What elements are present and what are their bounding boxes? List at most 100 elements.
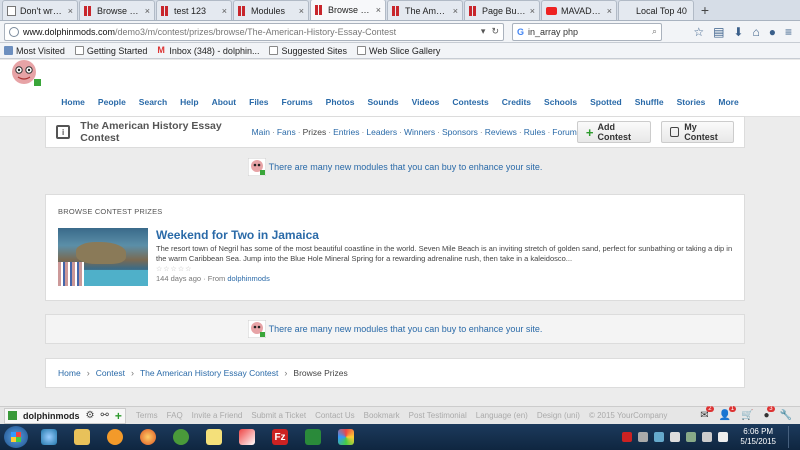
- menu-item-stories[interactable]: Stories: [677, 97, 706, 107]
- browser-tab[interactable]: The America...×: [387, 0, 463, 20]
- menu-item-more[interactable]: More: [718, 97, 738, 107]
- dropdown-icon[interactable]: ▾: [481, 26, 486, 37]
- contest-sublink-winners[interactable]: Winners: [404, 127, 435, 137]
- contest-sublink-rules[interactable]: Rules: [524, 127, 546, 137]
- browser-tab[interactable]: test 123 ×: [156, 0, 232, 20]
- contest-sublink-forum[interactable]: Forum: [552, 127, 577, 137]
- close-tab-icon[interactable]: ×: [299, 6, 304, 16]
- menu-item-forums[interactable]: Forums: [282, 97, 313, 107]
- close-tab-icon[interactable]: ×: [607, 6, 612, 16]
- menu-item-contests[interactable]: Contests: [452, 97, 488, 107]
- close-tab-icon[interactable]: ×: [68, 6, 73, 16]
- browser-tab[interactable]: MAVADO - I...×: [541, 0, 617, 20]
- bookmark-suggested-sites[interactable]: Suggested Sites: [269, 46, 347, 56]
- menu-item-spotted[interactable]: Spotted: [590, 97, 622, 107]
- site-logo-avatar-icon[interactable]: [4, 60, 44, 87]
- footer-link[interactable]: Post Testimonial: [409, 411, 467, 420]
- cart-icon[interactable]: 🛒: [741, 410, 753, 421]
- magnifier-icon[interactable]: ⌕: [652, 26, 657, 37]
- taskbar-frog-app[interactable]: [166, 426, 196, 448]
- menu-item-schools[interactable]: Schools: [544, 97, 577, 107]
- taskbar-eraser[interactable]: [232, 426, 262, 448]
- breadcrumb-home[interactable]: Home: [58, 368, 81, 378]
- footer-link[interactable]: Design (uni): [537, 411, 580, 420]
- dock-username[interactable]: dolphinmods: [23, 411, 80, 421]
- menu-item-about[interactable]: About: [212, 97, 237, 107]
- menu-item-home[interactable]: Home: [61, 97, 85, 107]
- contest-sublink-fans[interactable]: Fans: [277, 127, 296, 137]
- menu-item-sounds[interactable]: Sounds: [367, 97, 398, 107]
- menu-item-videos[interactable]: Videos: [412, 97, 440, 107]
- breadcrumb-contest[interactable]: Contest: [96, 368, 125, 378]
- menu-item-search[interactable]: Search: [139, 97, 167, 107]
- footer-link[interactable]: © 2015 YourCompany: [589, 411, 667, 420]
- new-tab-icon[interactable]: +: [695, 0, 715, 20]
- browser-tab[interactable]: Page Builder×: [464, 0, 540, 20]
- menu-item-help[interactable]: Help: [180, 97, 198, 107]
- taskbar-firefox[interactable]: [133, 426, 163, 448]
- mail-icon[interactable]: ✉ 2: [700, 406, 714, 421]
- reload-icon[interactable]: ↻: [491, 26, 499, 37]
- taskbar-paint[interactable]: [331, 426, 361, 448]
- address-bar[interactable]: www.dolphinmods.com /demo3/m/contest/pri…: [4, 22, 504, 41]
- add-contest-button[interactable]: + Add Contest: [576, 121, 651, 143]
- footer-link[interactable]: Invite a Friend: [192, 411, 243, 420]
- menu-item-shuffle[interactable]: Shuffle: [635, 97, 664, 107]
- pdf-tray-icon[interactable]: [622, 432, 633, 442]
- bookmark-web-slice[interactable]: Web Slice Gallery: [357, 46, 440, 56]
- home-icon[interactable]: ⌂: [752, 25, 759, 39]
- footer-link[interactable]: Language (en): [476, 411, 528, 420]
- contest-sublink-leaders[interactable]: Leaders: [366, 127, 397, 137]
- notification-icon[interactable]: ● 3: [764, 406, 775, 421]
- browser-tab[interactable]: Browse Entrie...×: [79, 0, 155, 20]
- bookmark-getting-started[interactable]: Getting Started: [74, 46, 147, 56]
- footer-link[interactable]: Contact Us: [315, 411, 355, 420]
- taskbar-media[interactable]: [100, 426, 130, 448]
- close-tab-icon[interactable]: ×: [376, 5, 381, 15]
- flag-tray-icon[interactable]: [670, 432, 681, 442]
- footer-link[interactable]: Bookmark: [364, 411, 400, 420]
- volume-tray-icon[interactable]: [718, 432, 729, 442]
- contest-sublink-sponsors[interactable]: Sponsors: [442, 127, 478, 137]
- show-desktop-button[interactable]: [788, 426, 796, 448]
- search-input[interactable]: in_array php: [528, 27, 578, 37]
- add-icon[interactable]: +: [115, 409, 122, 423]
- menu-item-credits[interactable]: Credits: [502, 97, 531, 107]
- menu-icon[interactable]: ≡: [785, 25, 792, 39]
- footer-link[interactable]: FAQ: [167, 411, 183, 420]
- monitor-tray-icon[interactable]: [686, 432, 697, 442]
- bookmark-inbox[interactable]: M Inbox (348) - dolphin...: [157, 46, 259, 56]
- prize-thumbnail[interactable]: [58, 228, 148, 286]
- system-clock[interactable]: 6:06 PM 5/15/2015: [740, 427, 776, 447]
- network-tray-icon[interactable]: [654, 432, 665, 442]
- footer-link[interactable]: Submit a Ticket: [251, 411, 306, 420]
- breadcrumb-contest-title[interactable]: The American History Essay Contest: [140, 368, 278, 378]
- close-tab-icon[interactable]: ×: [453, 6, 458, 16]
- gear-icon[interactable]: ⚙: [86, 410, 95, 421]
- close-tab-icon[interactable]: ×: [530, 6, 535, 16]
- wrench-icon[interactable]: 🔧: [780, 410, 792, 421]
- contest-sublink-reviews[interactable]: Reviews: [485, 127, 517, 137]
- menu-item-photos[interactable]: Photos: [326, 97, 355, 107]
- footer-link[interactable]: Terms: [136, 411, 158, 420]
- link-icon[interactable]: ⚯: [100, 410, 108, 421]
- friends-icon[interactable]: 👤 1: [719, 406, 737, 421]
- rating-stars[interactable]: ☆☆☆☆☆: [156, 265, 733, 273]
- prize-author-link[interactable]: dolphinmods: [227, 274, 270, 283]
- browser-tab[interactable]: Browse Pr... ×: [310, 0, 386, 20]
- bookmark-star-icon[interactable]: ☆: [693, 25, 704, 39]
- start-button[interactable]: [4, 426, 28, 448]
- close-tab-icon[interactable]: ×: [145, 6, 150, 16]
- taskbar-notes[interactable]: [199, 426, 229, 448]
- reading-list-icon[interactable]: ▤: [713, 25, 724, 39]
- notice-text[interactable]: There are many new modules that you can …: [269, 162, 543, 172]
- contest-sublink-prizes[interactable]: Prizes: [303, 127, 327, 137]
- notice-text[interactable]: There are many new modules that you can …: [269, 324, 543, 334]
- bookmark-most-visited[interactable]: Most Visited: [4, 46, 65, 56]
- download-icon[interactable]: ⬇: [733, 25, 743, 39]
- chat-icon[interactable]: ●: [769, 25, 776, 39]
- browser-tab[interactable]: Don't wreck r...×: [2, 0, 78, 20]
- my-contest-button[interactable]: My Contest: [660, 121, 734, 143]
- menu-item-files[interactable]: Files: [249, 97, 268, 107]
- chevron-up-icon[interactable]: [638, 432, 649, 442]
